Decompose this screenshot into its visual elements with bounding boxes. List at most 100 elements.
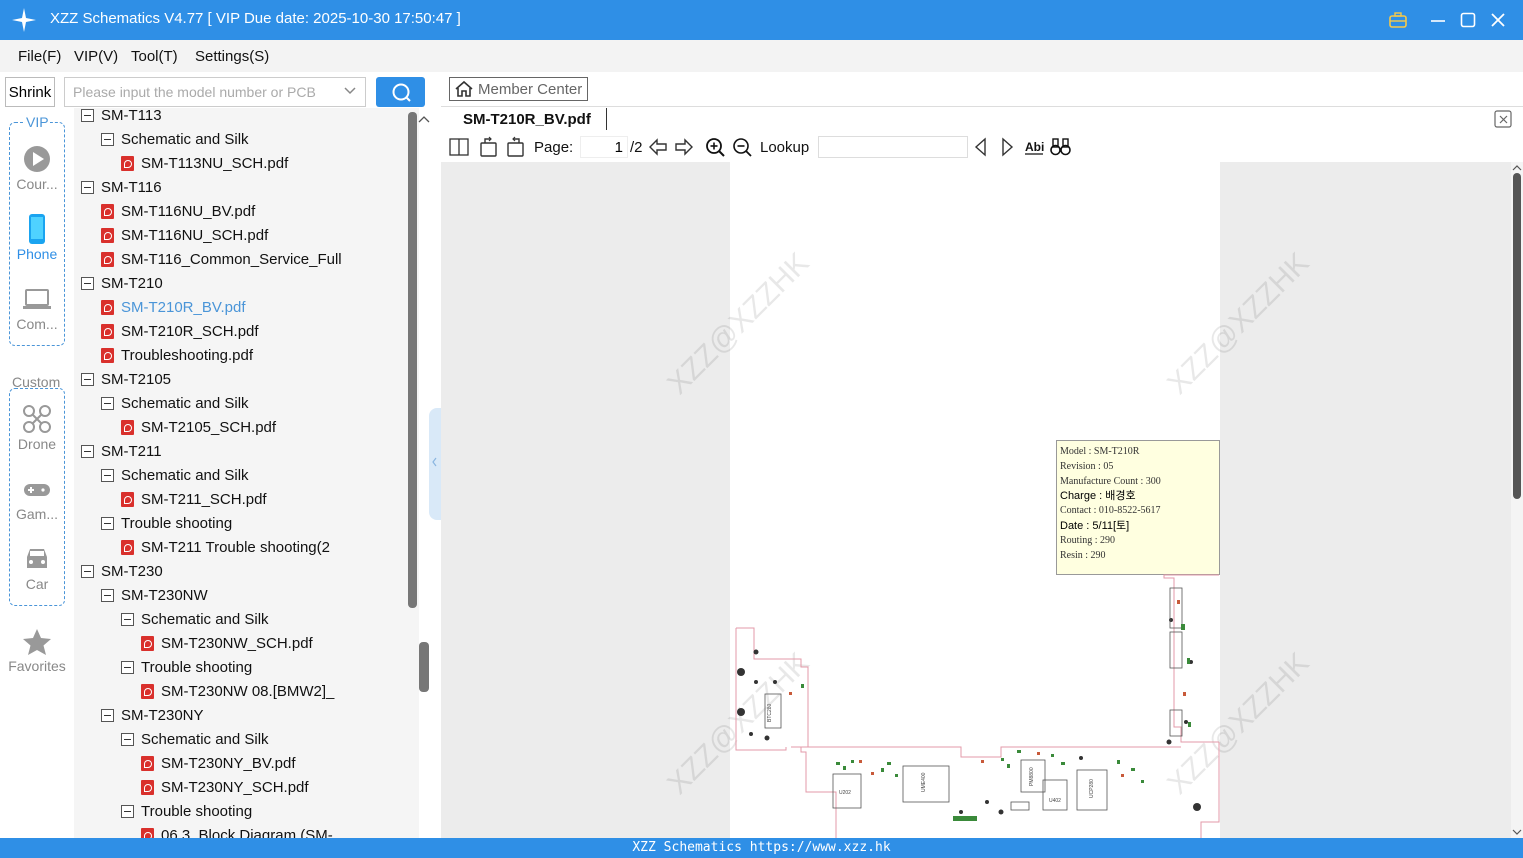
close-button[interactable] — [1484, 6, 1512, 34]
tree-folder[interactable]: SM-T230NY — [101, 703, 204, 727]
collapse-toggle-icon[interactable] — [121, 612, 134, 626]
nav-item-drone[interactable]: Drone — [0, 404, 74, 452]
pcb-board-drawing: BTC280 U202 UME400 PM8800 U402 UCP280 — [735, 574, 1220, 838]
next-page-icon[interactable] — [674, 136, 694, 158]
find-previous-icon[interactable] — [973, 136, 989, 158]
nav-item-game[interactable]: Gam... — [0, 476, 74, 522]
rotate-right-icon[interactable] — [505, 136, 525, 158]
collapse-toggle-icon[interactable] — [81, 108, 94, 122]
collapse-toggle-icon[interactable] — [101, 396, 114, 410]
tree-file[interactable]: Troubleshooting.pdf — [101, 343, 253, 367]
tree-file[interactable]: SM-T230NW 08.[BMW2]_ — [141, 679, 334, 703]
zoom-out-icon[interactable] — [732, 136, 752, 158]
category-sidebar: VIP Cour... Phone Com... Custom Drone Ga… — [0, 108, 74, 838]
binoculars-icon[interactable] — [1050, 136, 1072, 158]
nav-item-phone[interactable]: Phone — [0, 214, 74, 262]
scroll-down-icon[interactable] — [1511, 826, 1523, 838]
search-button[interactable] — [376, 77, 425, 107]
briefcase-icon[interactable] — [1384, 6, 1412, 34]
collapse-toggle-icon[interactable] — [81, 564, 94, 578]
collapse-toggle-icon[interactable] — [101, 132, 114, 146]
close-document-icon[interactable] — [1494, 110, 1512, 128]
tree-file[interactable]: SM-T116_Common_Service_Full — [101, 247, 342, 271]
shrink-button[interactable]: Shrink — [5, 77, 55, 107]
lookup-input[interactable] — [818, 136, 968, 158]
rotate-left-icon[interactable] — [479, 136, 499, 158]
collapse-toggle-icon[interactable] — [81, 444, 94, 458]
tree-file[interactable]: SM-T113NU_SCH.pdf — [121, 151, 288, 175]
scroll-up-icon[interactable] — [417, 113, 431, 125]
menu-file[interactable]: File(F) — [18, 48, 61, 65]
nav-item-courses[interactable]: Cour... — [0, 144, 74, 192]
tree-file[interactable]: SM-T210R_BV.pdf — [101, 295, 246, 319]
tab-document[interactable]: SM-T210R_BV.pdf — [463, 111, 591, 128]
tree-folder[interactable]: SM-T2105 — [81, 367, 171, 391]
board-label: PM8800 — [1029, 767, 1035, 786]
tree-folder[interactable]: Schematic and Silk — [101, 391, 249, 415]
tree-horizontal-thumb[interactable] — [419, 642, 429, 692]
menu-vip[interactable]: VIP(V) — [74, 48, 118, 65]
tree-folder[interactable]: Trouble shooting — [121, 655, 252, 679]
tree-folder[interactable]: Trouble shooting — [101, 511, 232, 535]
tree-file[interactable]: SM-T211 Trouble shooting(2 — [121, 535, 330, 559]
menu-settings[interactable]: Settings(S) — [195, 48, 269, 65]
collapse-toggle-icon[interactable] — [121, 660, 134, 674]
search-input[interactable] — [65, 78, 335, 106]
collapse-toggle-icon[interactable] — [81, 180, 94, 194]
tree-file[interactable]: SM-T116NU_SCH.pdf — [101, 223, 268, 247]
viewer-scroll-thumb[interactable] — [1513, 173, 1521, 499]
tree-item-label: SM-T230NY_SCH.pdf — [161, 778, 309, 796]
page-number-input[interactable] — [580, 136, 628, 158]
sidebar-toggle-icon[interactable] — [449, 136, 469, 158]
collapse-toggle-icon[interactable] — [101, 516, 114, 530]
tree-folder[interactable]: Schematic and Silk — [121, 727, 269, 751]
tree-file[interactable]: SM-T2105_SCH.pdf — [121, 415, 276, 439]
menu-tool[interactable]: Tool(T) — [131, 48, 178, 65]
tree-folder[interactable]: SM-T230 — [81, 559, 163, 583]
tree-folder[interactable]: Schematic and Silk — [121, 607, 269, 631]
nav-item-car[interactable]: Car — [0, 544, 74, 592]
collapse-toggle-icon[interactable] — [101, 708, 114, 722]
search-icon — [392, 83, 411, 102]
document-viewer[interactable]: XZZ@XZZHK XZZ@XZZHK XZZ@XZZHK XZZ@XZZHK … — [441, 162, 1511, 838]
collapse-toggle-icon[interactable] — [81, 372, 94, 386]
tree-item-label: SM-T211 — [101, 442, 162, 460]
tree-folder[interactable]: SM-T210 — [81, 271, 163, 295]
tree-item-label: Trouble shooting — [141, 658, 253, 676]
tree-folder[interactable]: Trouble shooting — [121, 799, 252, 823]
minimize-button[interactable] — [1424, 6, 1452, 34]
tree-folder[interactable]: SM-T230NW — [101, 583, 208, 607]
tree-file[interactable]: 06.3_Block Diagram (SM- — [141, 823, 333, 838]
nav-item-favorites[interactable]: Favorites — [0, 628, 74, 674]
find-next-icon[interactable] — [999, 136, 1015, 158]
tree-scrollbar[interactable] — [408, 112, 417, 608]
tree-folder[interactable]: SM-T116 — [81, 175, 162, 199]
tree-file[interactable]: SM-T230NW_SCH.pdf — [141, 631, 313, 655]
nav-item-computer[interactable]: Com... — [0, 284, 74, 332]
tree-folder[interactable]: Schematic and Silk — [101, 463, 249, 487]
collapse-toggle-icon[interactable] — [121, 804, 134, 818]
chevron-down-icon[interactable] — [343, 84, 357, 98]
nav-item-label: Com... — [16, 316, 58, 332]
collapse-toggle-icon[interactable] — [101, 588, 114, 602]
pdf-file-icon — [101, 299, 114, 315]
collapse-toggle-icon[interactable] — [121, 732, 134, 746]
tree-file[interactable]: SM-T211_SCH.pdf — [121, 487, 267, 511]
tree-folder[interactable]: SM-T211 — [81, 439, 162, 463]
member-center-button[interactable]: Member Center — [449, 77, 588, 101]
tree-file[interactable]: SM-T210R_SCH.pdf — [101, 319, 259, 343]
tree-folder[interactable]: Schematic and Silk — [101, 127, 249, 151]
collapse-toggle-icon[interactable] — [101, 468, 114, 482]
collapse-toggle-icon[interactable] — [81, 276, 94, 290]
zoom-in-icon[interactable] — [705, 136, 725, 158]
maximize-button[interactable] — [1454, 6, 1482, 34]
tree-file[interactable]: SM-T230NY_SCH.pdf — [141, 775, 309, 799]
tree-folder[interactable]: SM-T113 — [81, 108, 162, 127]
tree-file[interactable]: SM-T116NU_BV.pdf — [101, 199, 255, 223]
match-case-icon[interactable]: Abi — [1024, 136, 1044, 158]
tree-item-label: SM-T230 — [101, 562, 163, 580]
previous-page-icon[interactable] — [648, 136, 668, 158]
tree-item-label: SM-T210 — [101, 274, 163, 292]
tree-file[interactable]: SM-T230NY_BV.pdf — [141, 751, 296, 775]
panel-splitter[interactable] — [429, 408, 441, 520]
